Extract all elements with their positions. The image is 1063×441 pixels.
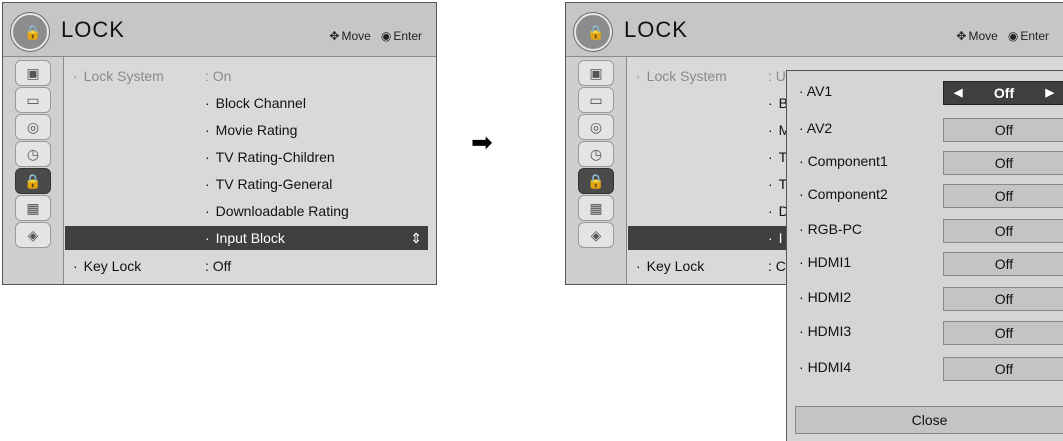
input-toggle-hdmi3[interactable]: Off [943, 321, 1063, 345]
audio-icon[interactable]: ◎ [15, 114, 51, 140]
lock-icon: 🔒 [574, 13, 612, 51]
time-icon[interactable]: ◷ [15, 141, 51, 167]
input-row-rgb-pc[interactable]: · RGB-PC Off [787, 213, 1063, 247]
option-icon[interactable]: ▦ [578, 195, 614, 221]
input-row-hdmi2[interactable]: · HDMI2 Off [787, 281, 1063, 315]
input-row-component2[interactable]: · Component2 Off [787, 178, 1063, 212]
enter-icon: ◉ [380, 29, 392, 43]
input-row-av1[interactable]: · AV1 ◀ Off ▶ [787, 75, 1063, 109]
lock-icon: 🔒 [11, 13, 49, 51]
audio-icon[interactable]: ◎ [578, 114, 614, 140]
right-arrow-icon[interactable]: ▶ [1046, 82, 1054, 104]
menu-item-input-block[interactable]: · Input Block ⇕ [65, 226, 428, 250]
lock-category-icon[interactable]: 🔒 [15, 168, 51, 194]
key-lock-row[interactable]: · Key Lock : Off [65, 254, 428, 278]
input-toggle-av1[interactable]: ◀ Off ▶ [943, 81, 1063, 105]
close-button[interactable]: Close [795, 406, 1063, 434]
input-row-av2[interactable]: · AV2 Off [787, 112, 1063, 146]
enter-icon: ◉ [1007, 29, 1019, 43]
lock-system-row[interactable]: · Lock System : On [65, 64, 428, 88]
menu-title: LOCK [624, 17, 688, 42]
nav-hint: ✥ Move ◉ Enter [956, 29, 1049, 43]
option-icon[interactable]: ▦ [15, 195, 51, 221]
menu-item-movie-rating[interactable]: · Movie Rating [65, 118, 428, 142]
move-icon: ✥ [329, 29, 340, 43]
category-sidebar: ▣ ▭ ◎ ◷ 🔒 ▦ ◈ [566, 57, 627, 284]
menu-item-tv-rating-general[interactable]: · TV Rating-General [65, 172, 428, 196]
setup-icon[interactable]: ◈ [578, 222, 614, 248]
up-down-icon: ⇕ [410, 230, 422, 246]
setup-icon[interactable]: ◈ [15, 222, 51, 248]
menu-header: 🔒 LOCK ✥ Move ◉ Enter [3, 3, 436, 57]
input-toggle-component2[interactable]: Off [943, 184, 1063, 208]
screen-icon[interactable]: ▭ [15, 87, 51, 113]
input-row-component1[interactable]: · Component1 Off [787, 145, 1063, 179]
move-icon: ✥ [956, 29, 967, 43]
input-toggle-hdmi2[interactable]: Off [943, 287, 1063, 311]
input-row-hdmi4[interactable]: · HDMI4 Off [787, 351, 1063, 385]
menu-item-tv-rating-children[interactable]: · TV Rating-Children [65, 145, 428, 169]
input-row-hdmi1[interactable]: · HDMI1 Off [787, 246, 1063, 280]
input-toggle-component1[interactable]: Off [943, 151, 1063, 175]
menu-title: LOCK [61, 17, 125, 42]
input-block-popup: · AV1 ◀ Off ▶ · AV2 Off · Component1 Off… [786, 70, 1063, 441]
lock-category-icon[interactable]: 🔒 [578, 168, 614, 194]
picture-icon[interactable]: ▣ [15, 60, 51, 86]
input-toggle-hdmi1[interactable]: Off [943, 252, 1063, 276]
menu-item-downloadable-rating[interactable]: · Downloadable Rating [65, 199, 428, 223]
lock-menu-before: 🔒 LOCK ✥ Move ◉ Enter ▣ ▭ ◎ ◷ 🔒 ▦ ◈ · Lock … [2, 2, 437, 285]
right-arrow-icon: ➡ [471, 127, 493, 157]
input-toggle-av2[interactable]: Off [943, 118, 1063, 142]
nav-hint: ✥ Move ◉ Enter [329, 29, 422, 43]
input-row-hdmi3[interactable]: · HDMI3 Off [787, 315, 1063, 349]
time-icon[interactable]: ◷ [578, 141, 614, 167]
left-arrow-icon[interactable]: ◀ [954, 82, 962, 104]
category-sidebar: ▣ ▭ ◎ ◷ 🔒 ▦ ◈ [3, 57, 64, 284]
picture-icon[interactable]: ▣ [578, 60, 614, 86]
input-toggle-rgb-pc[interactable]: Off [943, 219, 1063, 243]
menu-header: 🔒 LOCK ✥ Move ◉ Enter [566, 3, 1063, 57]
screen-icon[interactable]: ▭ [578, 87, 614, 113]
menu-item-block-channel[interactable]: · Block Channel [65, 91, 428, 115]
input-toggle-hdmi4[interactable]: Off [943, 357, 1063, 381]
